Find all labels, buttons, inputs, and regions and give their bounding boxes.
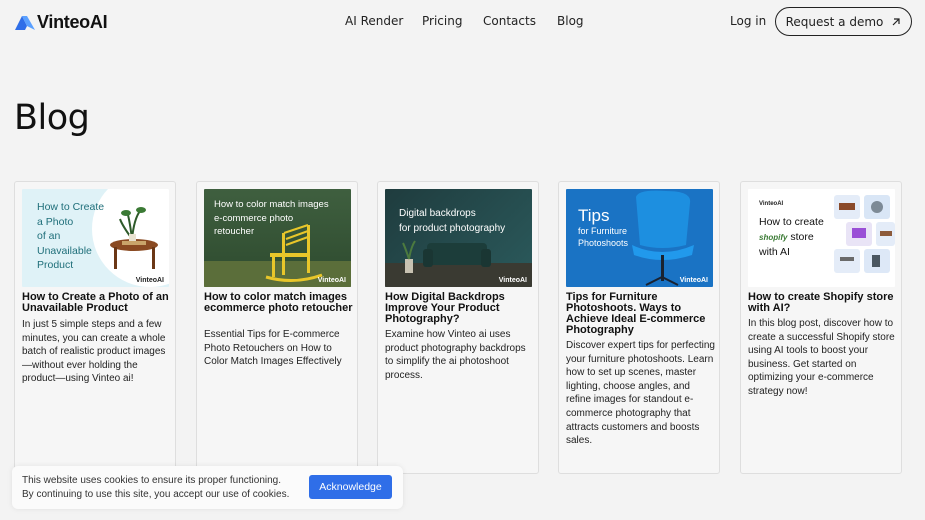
post-thumbnail: VinteoAI How to create shopify store wit… xyxy=(748,189,895,287)
post-title[interactable]: How to create Shopify store with AI? xyxy=(748,292,898,314)
blog-card[interactable]: VinteoAI How to create shopify store wit… xyxy=(740,181,902,474)
nav-item-pricing[interactable]: Pricing xyxy=(422,14,462,28)
post-description: Discover expert tips for perfecting your… xyxy=(566,340,715,447)
nav-item-contacts[interactable]: Contacts xyxy=(483,14,536,28)
thumb-text: Photoshoots xyxy=(578,238,629,248)
watermark: VinteoAI xyxy=(498,277,527,284)
post-description: In this blog post, discover how to creat… xyxy=(748,318,895,397)
thumb-text: Unavailable xyxy=(37,244,92,257)
acknowledge-button[interactable]: Acknowledge xyxy=(309,475,392,499)
blog-card[interactable]: How to Create a Photo of an Unavailable … xyxy=(14,181,176,474)
cookie-line: By continuing to use this site, you acce… xyxy=(22,489,290,500)
blog-card[interactable]: Digital backdrops for product photograph… xyxy=(377,181,539,474)
top-navigation: VinteoAI AI Render Pricing Contacts Blog… xyxy=(0,0,925,44)
post-thumbnail: How to color match images e-commerce pho… xyxy=(204,189,351,287)
nav-item-blog[interactable]: Blog xyxy=(557,14,584,28)
post-description: Essential Tips for E-commerce Photo Reto… xyxy=(204,329,342,368)
request-demo-label: Request a demo xyxy=(785,14,884,29)
thumb-text: a Photo xyxy=(37,215,74,228)
brand-logo[interactable]: VinteoAI xyxy=(15,12,108,33)
post-title[interactable]: How Digital Backdrops Improve Your Produ… xyxy=(385,292,535,325)
post-title[interactable]: How to color match images ecommerce phot… xyxy=(204,292,354,314)
thumb-text: Digital backdrops xyxy=(399,208,476,219)
blog-card[interactable]: How to color match images e-commerce pho… xyxy=(196,181,358,474)
post-title[interactable]: How to Create a Photo of an Unavailable … xyxy=(22,292,172,314)
post-title[interactable]: Tips for Furniture Photoshoots. Ways to … xyxy=(566,292,716,336)
request-demo-button[interactable]: Request a demo xyxy=(775,7,912,36)
watermark: VinteoAI xyxy=(317,277,346,284)
logo-triangle-icon xyxy=(15,15,35,30)
watermark: VinteoAI xyxy=(135,277,164,284)
thumb-brand: VinteoAI xyxy=(759,201,784,207)
brand-name: VinteoAI xyxy=(37,12,108,32)
page-title: Blog xyxy=(14,98,90,138)
cookie-line: This website uses cookies to ensure its … xyxy=(22,475,282,486)
thumb-text: How to color match images xyxy=(214,199,329,210)
digital-backdrop-illustration xyxy=(385,240,532,287)
watermark: VinteoAI xyxy=(679,277,708,284)
blog-card[interactable]: Tips for Furniture Photoshoots VinteoAI … xyxy=(558,181,720,474)
post-thumbnail: How to Create a Photo of an Unavailable … xyxy=(22,189,169,287)
thumb-text: for Furniture xyxy=(578,226,628,236)
thumb-text: Tips xyxy=(578,206,610,225)
cookie-message: This website uses cookies to ensure its … xyxy=(22,474,312,502)
post-description: Examine how Vinteo ai uses product photo… xyxy=(385,329,526,381)
login-link[interactable]: Log in xyxy=(730,14,766,28)
thumb-text: e-commerce photo xyxy=(214,212,294,224)
thumb-text: How to create xyxy=(759,216,824,228)
thumb-text: retoucher xyxy=(214,226,255,237)
thumb-text: store xyxy=(790,230,814,243)
post-thumbnail: Tips for Furniture Photoshoots VinteoAI xyxy=(566,189,713,287)
arrow-up-right-icon xyxy=(892,17,900,25)
shopify-logo-text: shopify xyxy=(759,232,788,242)
post-thumbnail: Digital backdrops for product photograph… xyxy=(385,189,532,287)
nav-item-ai-render[interactable]: AI Render xyxy=(345,14,403,28)
thumb-text: How to Create xyxy=(37,201,105,213)
thumb-text: Product xyxy=(37,259,74,271)
thumb-text: for product photography xyxy=(399,222,506,234)
thumb-text: with AI xyxy=(759,246,790,258)
thumb-text: of an xyxy=(37,230,61,242)
cookie-banner: This website uses cookies to ensure its … xyxy=(12,466,403,509)
post-description: In just 5 simple steps and a few minutes… xyxy=(22,319,166,385)
